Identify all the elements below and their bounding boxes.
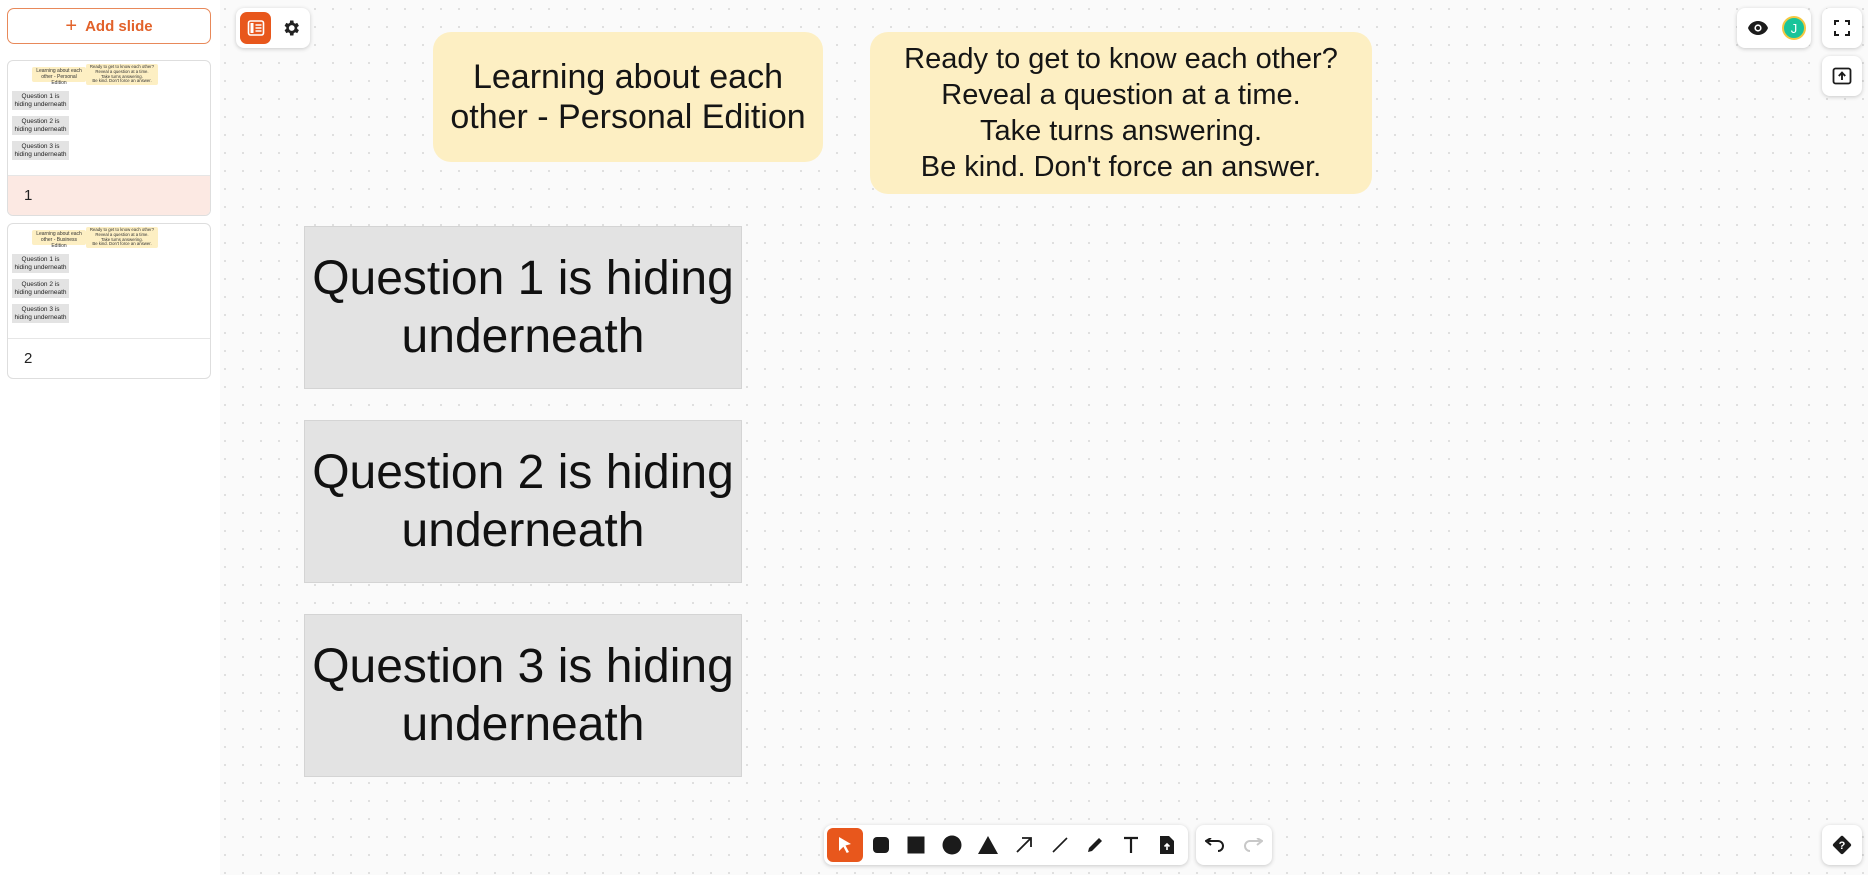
instructions-text: Ready to get to know each other? Reveal …	[904, 41, 1338, 185]
mini-question-card: Question 1 is hiding underneath	[12, 91, 69, 110]
cursor-icon	[838, 837, 851, 853]
mini-question-card: Question 2 is hiding underneath	[12, 116, 69, 135]
mini-question-card: Question 2 is hiding underneath	[12, 279, 69, 298]
slide-number: 1	[8, 175, 210, 215]
add-slide-label: Add slide	[85, 17, 153, 35]
drawing-toolbar	[824, 825, 1188, 865]
pencil-icon	[1088, 838, 1103, 852]
slide-preview: Learning about each other - Business Edi…	[8, 224, 210, 338]
question-card-1[interactable]: Question 1 is hiding underneath	[304, 226, 742, 389]
mini-title-line: other - Personal Edition	[41, 74, 77, 86]
mini-title-sticky: Learning about each other - Business Edi…	[32, 230, 86, 249]
sidebar-icon	[247, 20, 264, 36]
question-card-3[interactable]: Question 3 is hiding underneath	[304, 614, 742, 777]
gear-icon	[284, 20, 299, 36]
fullscreen-button[interactable]	[1826, 12, 1858, 44]
instructions-sticky-note[interactable]: Ready to get to know each other? Reveal …	[870, 32, 1372, 194]
upload-icon	[1832, 67, 1852, 85]
triangle-tool[interactable]	[970, 828, 1006, 862]
eye-icon	[1748, 21, 1768, 35]
instruction-line: Reveal a question at a time.	[941, 79, 1301, 111]
question-card-text: Question 3 is hiding underneath	[312, 639, 734, 751]
help-button[interactable]: ?	[1822, 825, 1862, 865]
question-card-text: Question 1 is hiding underneath	[312, 251, 734, 363]
presence-toolbar: J	[1737, 8, 1811, 48]
mini-question-card: Question 3 is hiding underneath	[12, 304, 69, 323]
mini-question-card: Question 1 is hiding underneath	[12, 254, 69, 273]
arrow-tool[interactable]	[1006, 828, 1042, 862]
redo-button[interactable]	[1235, 828, 1271, 862]
instruction-line: Ready to get to know each other?	[904, 43, 1338, 75]
fullscreen-icon	[1834, 20, 1850, 36]
mini-note-sticky: Ready to get to know each other? Reveal …	[86, 227, 158, 248]
square-icon	[907, 836, 925, 854]
slide-thumbnail-1[interactable]: Learning about each other - Personal Edi…	[7, 60, 211, 216]
history-toolbar	[1196, 825, 1272, 865]
rounded-rectangle-tool[interactable]	[863, 828, 899, 862]
slide-thumbnail-2[interactable]: Learning about each other - Business Edi…	[7, 223, 211, 379]
slides-sidebar: + Add slide Learning about each other - …	[0, 0, 220, 875]
mini-title-sticky: Learning about each other - Personal Edi…	[32, 67, 86, 86]
text-icon	[1124, 836, 1139, 853]
avatar-initial: J	[1790, 20, 1798, 36]
file-icon	[1160, 836, 1175, 854]
instruction-line: Be kind. Don't force an answer.	[920, 151, 1322, 183]
circle-tool[interactable]	[934, 828, 970, 862]
toggle-sidebar-button[interactable]	[240, 12, 271, 44]
undo-icon	[1205, 838, 1224, 852]
circle-icon	[942, 835, 962, 855]
mini-question-card: Question 3 is hiding underneath	[12, 141, 69, 160]
export-button[interactable]	[1822, 56, 1862, 96]
redo-icon	[1244, 838, 1263, 852]
instruction-line: Take turns answering.	[979, 115, 1263, 147]
title-sticky-text: Learning about each other - Personal Edi…	[450, 58, 806, 136]
select-tool[interactable]	[827, 828, 863, 862]
slide-number: 2	[8, 338, 210, 378]
text-tool[interactable]	[1113, 828, 1149, 862]
user-avatar[interactable]: J	[1782, 16, 1806, 40]
arrow-icon	[1016, 837, 1032, 853]
svg-text:?: ?	[1839, 840, 1846, 852]
line-tool[interactable]	[1042, 828, 1078, 862]
view-toolbar	[236, 8, 310, 48]
plus-icon: +	[65, 15, 78, 37]
mini-note-line: Be kind. Don't force an answer.	[92, 78, 152, 84]
mini-note-sticky: Ready to get to know each other? Reveal …	[86, 64, 158, 85]
mini-note-line: Be kind. Don't force an answer.	[92, 241, 152, 247]
help-icon: ?	[1832, 835, 1852, 855]
question-card-text: Question 2 is hiding underneath	[312, 445, 734, 557]
question-card-2[interactable]: Question 2 is hiding underneath	[304, 420, 742, 583]
file-upload-tool[interactable]	[1149, 828, 1185, 862]
fullscreen-toolbar	[1822, 8, 1862, 48]
undo-button[interactable]	[1197, 828, 1233, 862]
preview-button[interactable]	[1742, 12, 1774, 44]
settings-button[interactable]	[275, 12, 306, 44]
line-icon	[1052, 837, 1068, 853]
title-sticky-note[interactable]: Learning about each other - Personal Edi…	[433, 32, 823, 162]
pen-tool[interactable]	[1078, 828, 1114, 862]
slide-preview: Learning about each other - Personal Edi…	[8, 61, 210, 175]
mini-title-line: other - Business Edition	[40, 237, 78, 249]
triangle-icon	[978, 836, 999, 854]
add-slide-button[interactable]: + Add slide	[7, 8, 211, 44]
rectangle-tool[interactable]	[899, 828, 935, 862]
rounded-square-icon	[872, 837, 889, 853]
